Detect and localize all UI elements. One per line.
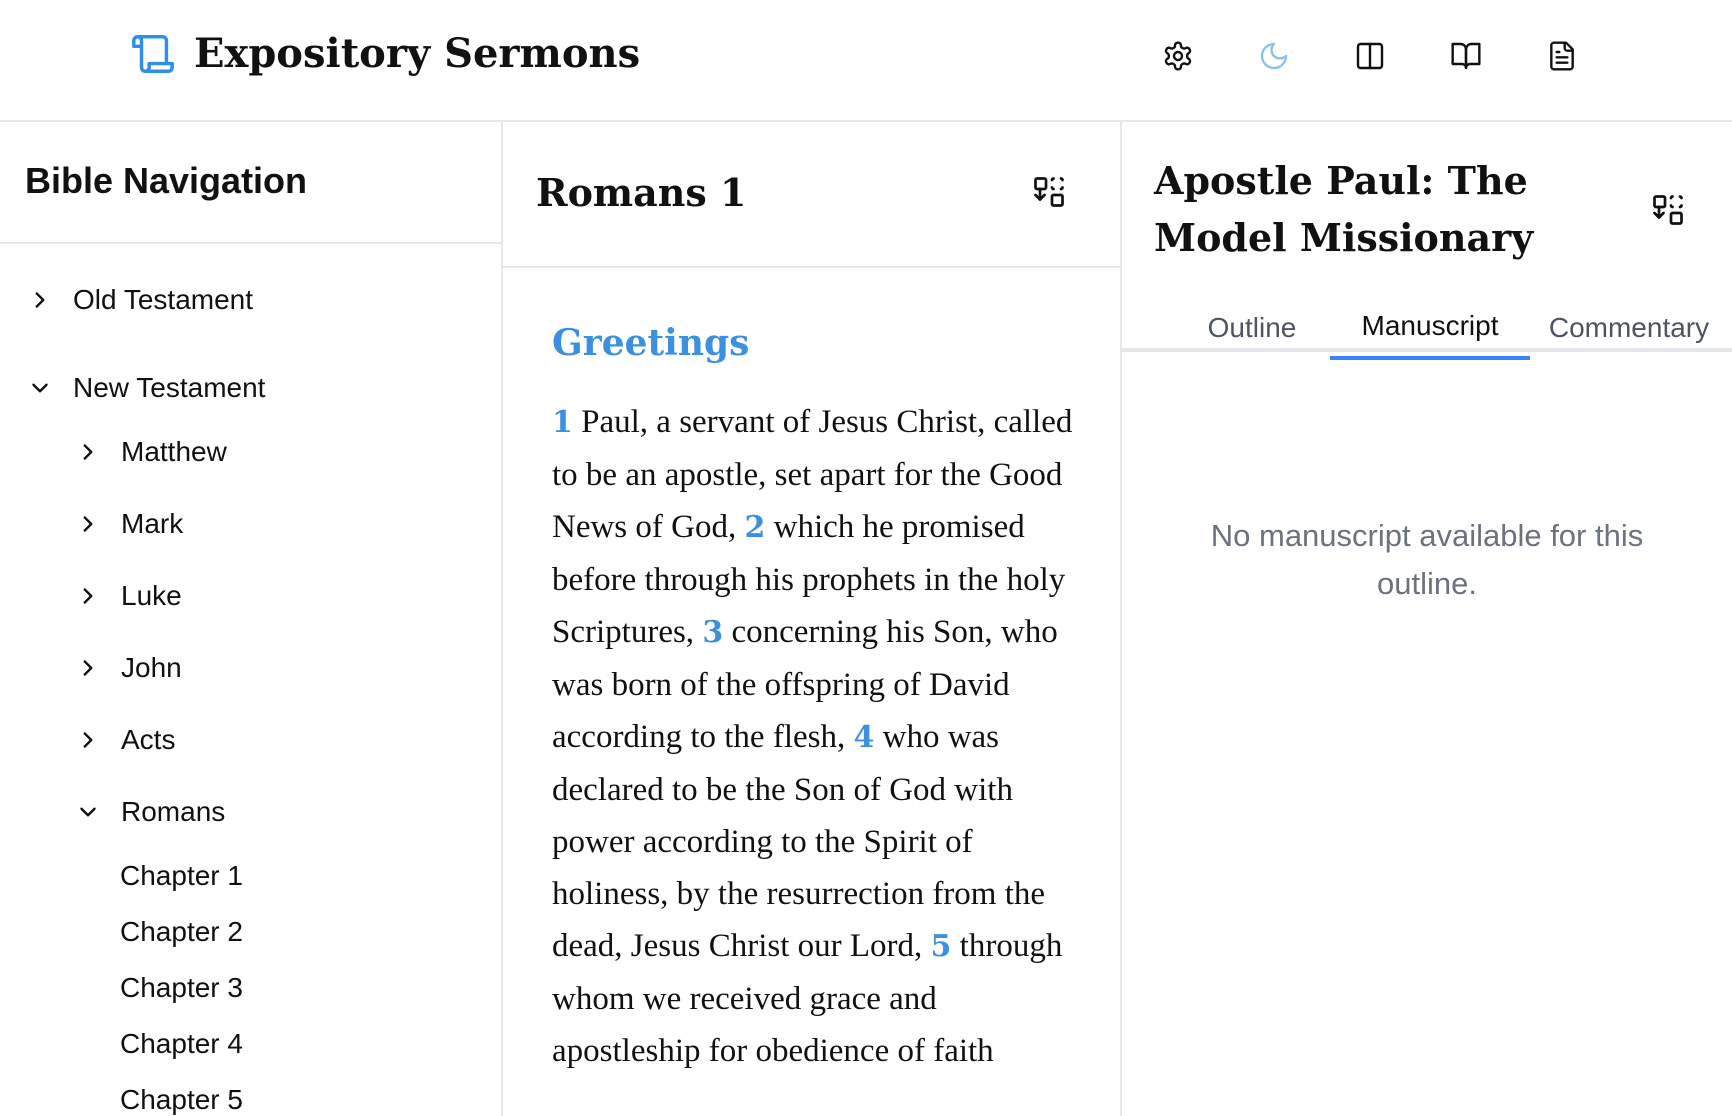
tree-label: John <box>121 652 182 683</box>
gear-icon <box>1164 41 1192 71</box>
sermon-header: Apostle Paul: The Model Missionary <box>1122 122 1732 272</box>
tree-item-new-testament[interactable]: New Testament <box>0 368 501 408</box>
swap-panels-button[interactable] <box>1650 192 1690 232</box>
tab-commentary[interactable]: Commentary <box>1534 312 1724 356</box>
tree-item-matthew[interactable]: Matthew <box>0 432 501 472</box>
tab-manuscript[interactable]: Manuscript <box>1330 310 1530 360</box>
verse-number[interactable]: 3 <box>702 615 723 650</box>
tree-item-john[interactable]: John <box>0 648 501 688</box>
chapter-item-1[interactable]: Chapter 1 <box>0 848 501 904</box>
bible-button[interactable] <box>1448 38 1484 74</box>
app-title: Expository Sermons <box>194 30 641 77</box>
verse-number[interactable]: 1 <box>552 405 573 440</box>
chevron-right-icon <box>75 511 101 537</box>
tree-label: Luke <box>121 580 182 611</box>
tab-strip: Outline Manuscript Commentary <box>1122 310 1732 360</box>
tree-label: Old Testament <box>73 284 254 315</box>
split-view-button[interactable] <box>1352 38 1388 74</box>
tree-item-acts[interactable]: Acts <box>0 720 501 760</box>
chevron-right-icon <box>75 727 101 753</box>
tree-item-luke[interactable]: Luke <box>0 576 501 616</box>
chapter-item-4[interactable]: Chapter 4 <box>0 1016 501 1072</box>
chapter-item-2[interactable]: Chapter 2 <box>0 904 501 960</box>
verse-number[interactable]: 5 <box>931 929 952 964</box>
document-icon <box>1550 41 1574 71</box>
toolbar <box>1160 38 1640 74</box>
scroll-icon <box>130 31 176 77</box>
tree-item-mark[interactable]: Mark <box>0 504 501 544</box>
sermon-title: Apostle Paul: The Model Missionary <box>1154 158 1534 260</box>
chevron-right-icon <box>75 655 101 681</box>
chapter-item-3[interactable]: Chapter 3 <box>0 960 501 1016</box>
nav-title: Bible Navigation <box>25 160 308 201</box>
active-tab-indicator <box>1330 356 1530 360</box>
swap-icon <box>1653 195 1683 225</box>
section-heading: Greetings <box>552 322 750 364</box>
tree-label: Romans <box>121 796 226 827</box>
book-open-icon <box>1451 42 1481 70</box>
columns-icon <box>1356 42 1384 70</box>
tab-outline[interactable]: Outline <box>1182 312 1322 356</box>
passage-title: Romans 1 <box>536 170 747 215</box>
sermon-tabs: Outline Manuscript Commentary <box>1122 272 1732 500</box>
dark-mode-button[interactable] <box>1256 38 1292 74</box>
tree-label: Matthew <box>121 436 227 467</box>
nav-tree: Old Testament New Testament Matthew Mark… <box>0 244 501 1116</box>
passage-text: 1 Paul, a servant of Jesus Christ, calle… <box>552 396 1090 1077</box>
chevron-down-icon <box>27 375 53 401</box>
chevron-down-icon <box>75 799 101 825</box>
chevron-right-icon <box>75 439 101 465</box>
brand[interactable]: Expository Sermons <box>130 30 640 77</box>
tree-label: Acts <box>121 724 176 755</box>
chevron-right-icon <box>27 287 53 313</box>
app-header: Expository Sermons <box>0 0 1732 122</box>
tree-item-romans[interactable]: Romans <box>0 792 501 832</box>
tree-item-old-testament[interactable]: Old Testament <box>0 280 501 320</box>
sermon-panel: Apostle Paul: The Model Missionary Outli… <box>1122 122 1732 1116</box>
empty-state-message: No manuscript available for this outline… <box>1210 518 1644 601</box>
verse-number[interactable]: 4 <box>853 720 874 755</box>
tree-label: New Testament <box>73 372 266 403</box>
verse-number[interactable]: 2 <box>744 510 765 545</box>
nav-header: Bible Navigation <box>0 122 501 244</box>
swap-icon <box>1034 177 1064 207</box>
chevron-right-icon <box>75 583 101 609</box>
settings-button[interactable] <box>1160 38 1196 74</box>
tab-label: Manuscript <box>1361 310 1499 341</box>
bible-navigation-panel: Bible Navigation Old Testament New Testa… <box>0 122 503 1116</box>
swap-panels-button[interactable] <box>1031 174 1071 214</box>
bible-header: Romans 1 <box>503 122 1120 268</box>
notes-button[interactable] <box>1544 38 1580 74</box>
bible-text-panel: Romans 1 Greetings 1 Paul, a servant of … <box>503 122 1122 1116</box>
moon-icon <box>1260 42 1288 70</box>
tree-label: Mark <box>121 508 184 539</box>
chapter-item-5[interactable]: Chapter 5 <box>0 1072 501 1116</box>
